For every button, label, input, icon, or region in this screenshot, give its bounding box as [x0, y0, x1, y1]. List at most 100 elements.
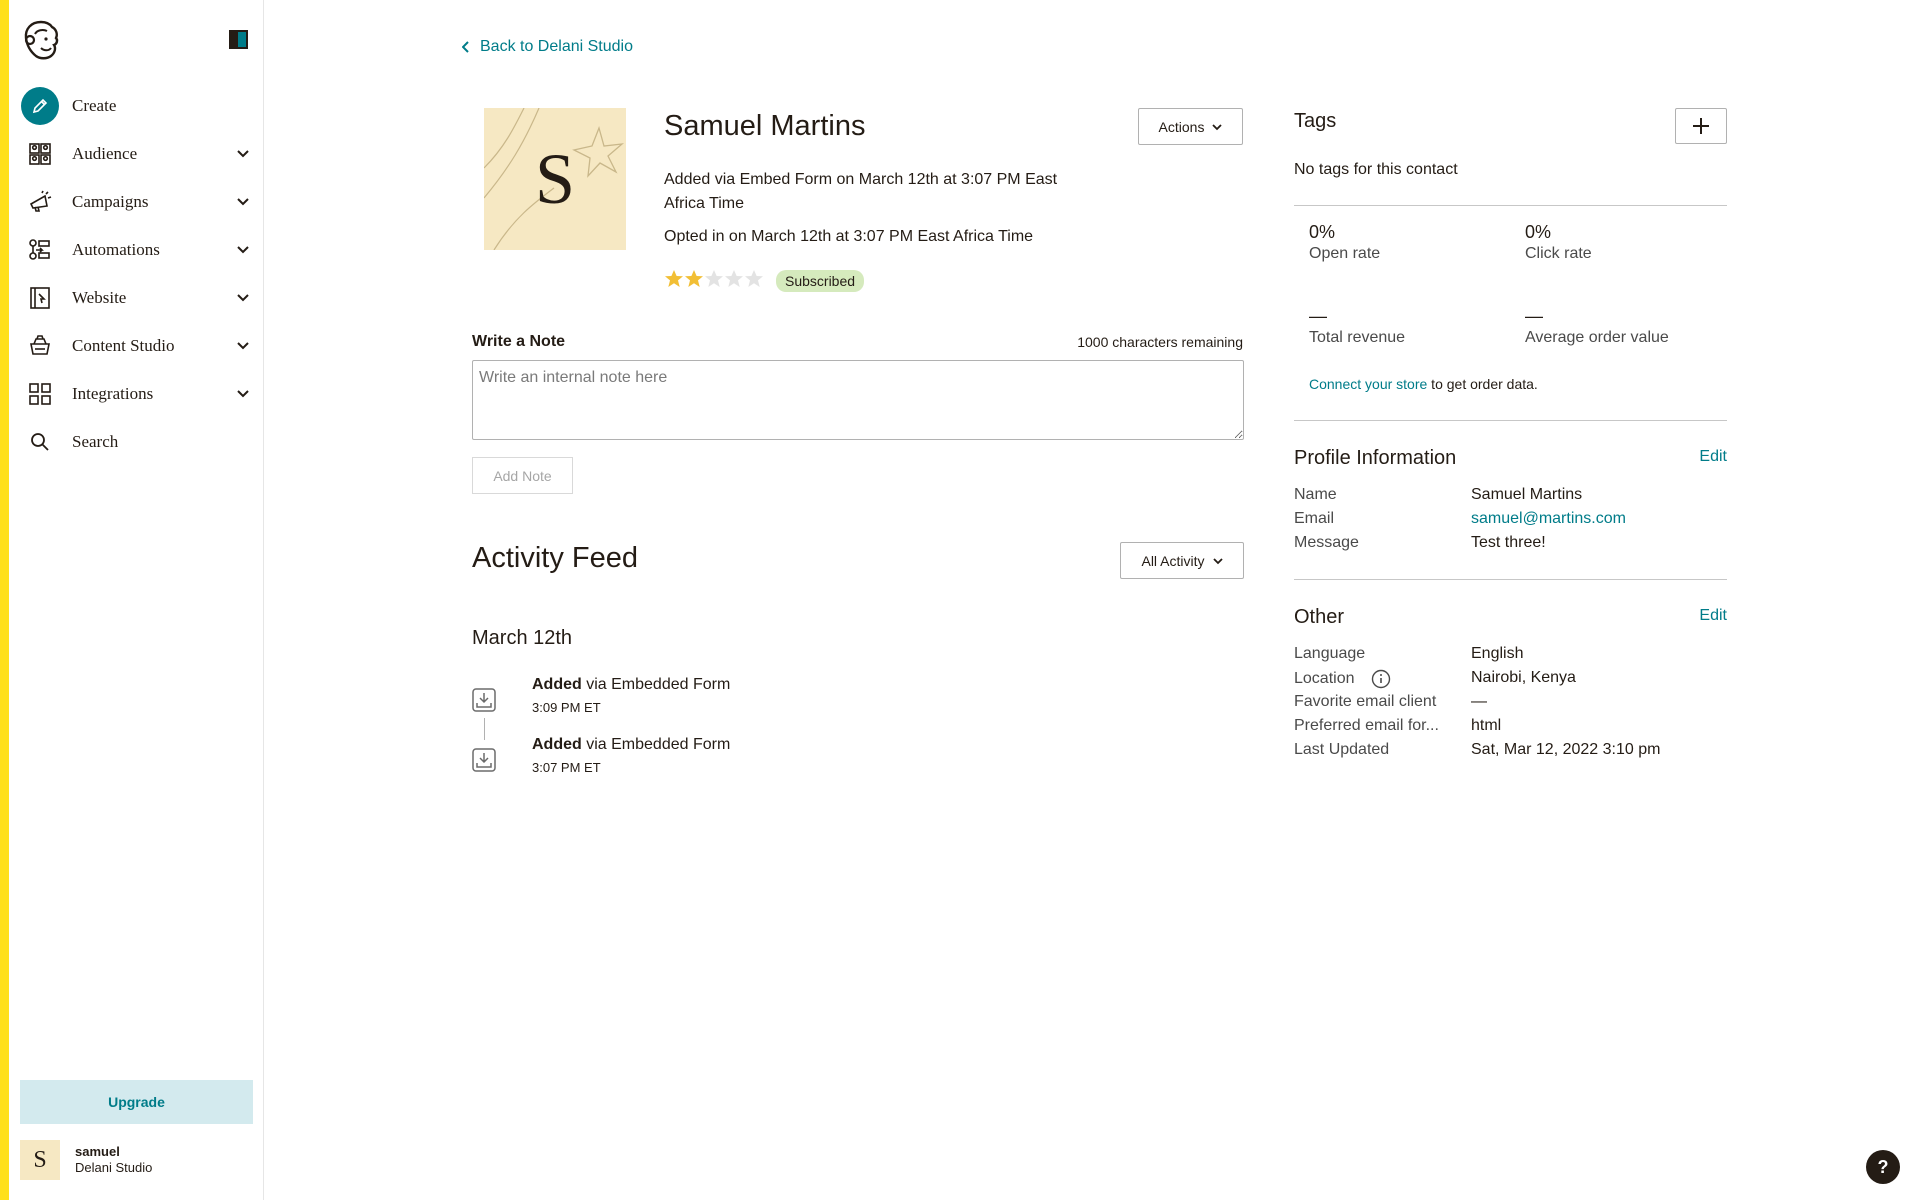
nav-label: Create — [72, 96, 117, 115]
help-button[interactable]: ? — [1866, 1150, 1900, 1184]
star-empty-icon[interactable] — [744, 269, 764, 289]
download-form-icon — [472, 748, 496, 772]
edit-other-link[interactable]: Edit — [1699, 607, 1727, 625]
nav-item-content-studio[interactable]: Content Studio — [9, 322, 264, 370]
website-icon — [21, 279, 59, 317]
chevron-down-icon[interactable] — [236, 147, 250, 161]
nav-item-automations[interactable]: Automations — [9, 226, 264, 274]
field-key: Language — [1294, 645, 1366, 662]
pencil-icon — [21, 87, 59, 125]
account-menu[interactable]: S samuel Delani Studio — [20, 1140, 152, 1180]
no-tags-text: No tags for this contact — [1294, 161, 1458, 178]
activity-text: Added via Embedded Form — [532, 676, 730, 694]
total-revenue-value: — — [1309, 306, 1327, 326]
other-field-email-client: Favorite email client — — [1294, 693, 1727, 713]
account-name: samuel — [75, 1144, 120, 1159]
panel-collapse-icon[interactable] — [229, 30, 248, 49]
download-form-icon — [472, 688, 496, 712]
plus-icon — [1693, 118, 1709, 134]
click-rate-label: Click rate — [1525, 245, 1592, 262]
chevron-down-icon[interactable] — [236, 387, 250, 401]
nav-label: Audience — [72, 144, 138, 163]
divider — [1294, 579, 1727, 580]
nav-item-integrations[interactable]: Integrations — [9, 370, 264, 418]
avatar: S — [20, 1140, 60, 1180]
star-rating[interactable] — [664, 269, 764, 289]
star-empty-icon[interactable] — [704, 269, 724, 289]
grid-icon — [21, 375, 59, 413]
edit-profile-link[interactable]: Edit — [1699, 448, 1727, 466]
activity-time: 3:07 PM ET — [532, 760, 601, 775]
chevron-down-icon[interactable] — [236, 195, 250, 209]
total-revenue-stat: — Total revenue — [1309, 305, 1405, 347]
mailchimp-logo-icon[interactable] — [21, 18, 61, 62]
nav-label: Content Studio — [72, 336, 175, 355]
star-filled-icon[interactable] — [684, 269, 704, 289]
nav-label: Search — [72, 432, 119, 451]
activity-feed-title: Activity Feed — [472, 542, 638, 574]
field-value: English — [1471, 645, 1524, 662]
nav-item-audience[interactable]: Audience — [9, 130, 264, 178]
field-key: Name — [1294, 486, 1337, 503]
other-title: Other — [1294, 606, 1345, 628]
chevron-down-icon[interactable] — [236, 339, 250, 353]
star-empty-icon[interactable] — [724, 269, 744, 289]
open-rate-label: Open rate — [1309, 245, 1381, 262]
activity-time: 3:09 PM ET — [532, 700, 601, 715]
field-key: Location — [1294, 670, 1355, 688]
audience-icon — [21, 135, 59, 173]
contact-name: Samuel Martins — [664, 110, 866, 142]
account-org: Delani Studio — [75, 1160, 153, 1175]
total-revenue-label: Total revenue — [1309, 329, 1406, 346]
activity-filter-label: All Activity — [1141, 552, 1205, 569]
connect-store-link[interactable]: Connect your store — [1309, 376, 1427, 392]
back-link[interactable]: Back to Delani Studio — [462, 38, 633, 56]
actions-dropdown[interactable]: Actions — [1138, 108, 1243, 145]
chevron-down-icon[interactable] — [236, 243, 250, 257]
open-rate-value: 0% — [1309, 222, 1336, 242]
megaphone-icon — [21, 183, 59, 221]
activity-item: Added via Embedded Form 3:09 PM ET — [472, 676, 872, 724]
field-value: Nairobi, Kenya — [1471, 669, 1576, 686]
nav-item-website[interactable]: Website — [9, 274, 264, 322]
profile-field-name: Name Samuel Martins — [1294, 486, 1727, 506]
nav-label: Website — [72, 288, 127, 307]
main-nav: Create Audience Campaigns Automations We… — [9, 82, 264, 466]
contact-avatar: S — [484, 108, 626, 250]
nav-item-campaigns[interactable]: Campaigns — [9, 178, 264, 226]
contact-added-text: Added via Embed Form on March 12th at 3:… — [664, 171, 1058, 212]
profile-info-title: Profile Information — [1294, 447, 1457, 469]
add-note-button[interactable]: Add Note — [472, 457, 573, 494]
actions-label: Actions — [1158, 118, 1205, 135]
add-tag-button[interactable] — [1675, 108, 1727, 144]
nav-item-search[interactable]: Search — [9, 418, 264, 466]
open-rate-stat: 0% Open rate — [1309, 221, 1380, 263]
note-input[interactable] — [472, 360, 1244, 440]
activity-text: Added via Embedded Form — [532, 736, 730, 754]
activity-item: Added via Embedded Form 3:07 PM ET — [472, 736, 872, 784]
chevron-left-icon — [462, 41, 469, 53]
back-link-label: Back to Delani Studio — [480, 38, 633, 55]
field-key: Message — [1294, 534, 1359, 551]
divider — [1294, 205, 1727, 206]
avatar-initial: S — [534, 138, 576, 219]
upgrade-button[interactable]: Upgrade — [20, 1080, 253, 1124]
field-value: Test three! — [1471, 534, 1546, 551]
activity-date-heading: March 12th — [472, 627, 573, 649]
other-field-last-updated: Last Updated Sat, Mar 12, 2022 3:10 pm — [1294, 741, 1727, 761]
content-studio-icon — [21, 327, 59, 365]
activity-filter-dropdown[interactable]: All Activity — [1120, 542, 1244, 579]
search-icon — [21, 423, 59, 461]
nav-label: Integrations — [72, 384, 154, 403]
activity-action: Added — [532, 736, 582, 753]
star-filled-icon[interactable] — [664, 269, 684, 289]
nav-label: Automations — [72, 240, 160, 259]
chevron-down-icon[interactable] — [236, 291, 250, 305]
click-rate-value: 0% — [1525, 222, 1552, 242]
nav-label: Campaigns — [72, 192, 149, 211]
avg-order-value: — — [1525, 306, 1543, 326]
info-icon[interactable] — [1371, 669, 1391, 689]
email-link[interactable]: samuel@martins.com — [1471, 510, 1626, 528]
nav-item-create[interactable]: Create — [9, 82, 264, 130]
brand-stripe — [0, 0, 9, 1200]
